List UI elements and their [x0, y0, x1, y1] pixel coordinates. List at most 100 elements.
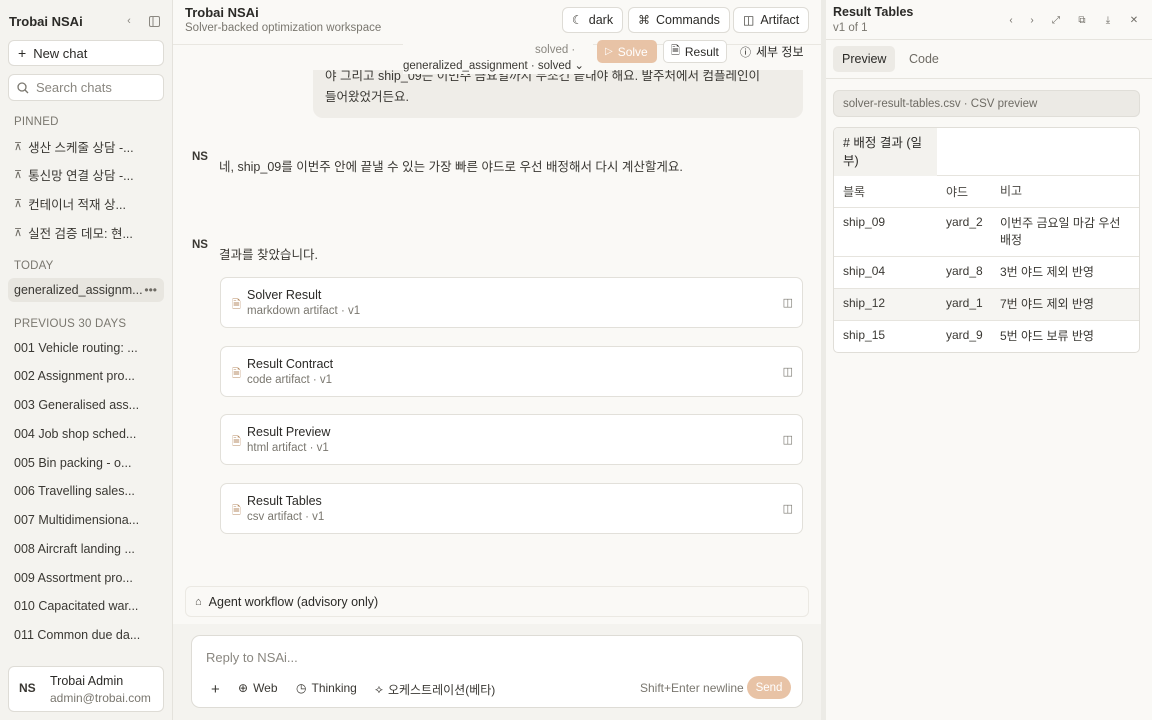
code-file-icon: 🗎 — [232, 368, 241, 380]
artifact-card[interactable]: 🗎 Result Contract code artifact · v1 ◫ — [220, 346, 803, 397]
sidebar-pinned-item[interactable]: ⊼ 생산 스케줄 상담 -... — [8, 134, 164, 158]
sidebar-history-item[interactable]: 006 Travelling sales... — [8, 479, 164, 503]
sidebar-item-label: generalized_assignm... — [14, 283, 143, 297]
commands-button[interactable]: ⌘ Commands — [628, 7, 730, 33]
copy-icon[interactable]: ⧉ — [1074, 12, 1090, 28]
chevron-down-icon: ⌄ — [574, 60, 584, 72]
table-cell: 5번 야드 보류 반영 — [1000, 329, 1094, 343]
table-cell: 7번 야드 제외 반영 — [1000, 297, 1094, 311]
sidebar-item-active-chat[interactable]: generalized_assignm... ••• — [8, 278, 164, 302]
table-row: ship_12 yard_1 7번 야드 제외 반영 — [834, 289, 1139, 321]
sidebar-item-label: 004 Job shop sched... — [14, 427, 137, 441]
document-icon: 🗎 — [671, 45, 680, 57]
next-version-icon[interactable]: › — [1024, 12, 1040, 28]
sidebar-pinned-item[interactable]: ⊼ 실전 검증 데모: 현... — [8, 220, 164, 244]
model-select-value: generalized_assignment · solved — [403, 60, 572, 72]
more-options-icon[interactable]: ••• — [144, 283, 157, 297]
sidebar-header: Trobai NSAi ‹ — [9, 12, 163, 30]
pin-icon: ⊼ — [14, 197, 23, 210]
new-chat-button[interactable]: + New chat — [8, 40, 164, 66]
moon-icon: ☾ — [572, 13, 583, 27]
today-section-label: TODAY — [14, 260, 54, 272]
sidebar-history-item[interactable]: 011 Common due da... — [8, 623, 164, 647]
sidebar-pinned-item[interactable]: ⊼ 통신망 연결 상담 -... — [8, 162, 164, 186]
table-cell: yard_2 — [946, 215, 983, 229]
open-panel-icon[interactable]: ◫ — [783, 502, 793, 515]
attach-button[interactable]: + — [211, 681, 220, 698]
search-chats-input[interactable]: Search chats — [8, 74, 164, 101]
column-header: 비고 — [1000, 184, 1023, 198]
page-title: Trobai NSAi — [185, 5, 259, 20]
artifact-card[interactable]: 🗎 Result Tables csv artifact · v1 ◫ — [220, 483, 803, 534]
search-icon — [17, 81, 29, 93]
open-panel-icon[interactable]: ◫ — [783, 433, 793, 446]
sidebar-history-item[interactable]: 010 Capacitated war... — [8, 594, 164, 618]
sidebar-history-item[interactable]: 002 Assignment pro... — [8, 364, 164, 388]
artifact-subtitle: code artifact · v1 — [247, 374, 333, 386]
sidebar-item-label: 002 Assignment pro... — [14, 369, 135, 383]
sidebar-history-item[interactable]: 005 Bin packing - o... — [8, 451, 164, 475]
sidebar-history-item[interactable]: 007 Multidimensiona... — [8, 508, 164, 532]
sidebar-history-item[interactable]: 009 Assortment pro... — [8, 566, 164, 590]
chat-main: Trobai NSAi Solver-backed optimization w… — [173, 0, 821, 720]
sidebar-toggle-icon[interactable] — [145, 12, 163, 30]
close-icon[interactable]: ✕ — [1126, 12, 1142, 28]
table-cell: yard_9 — [946, 328, 983, 342]
sidebar-history-item[interactable]: 008 Aircraft landing ... — [8, 537, 164, 561]
web-toggle[interactable]: ⊕ Web — [238, 681, 278, 695]
user-account-card[interactable]: NS Trobai Admin admin@trobai.com — [8, 666, 164, 712]
dark-mode-button[interactable]: ☾ dark — [562, 7, 624, 33]
details-label: 세부 정보 — [756, 45, 804, 59]
sidebar-pinned-item[interactable]: ⊼ 컨테이너 적재 상... — [8, 191, 164, 215]
orchestration-toggle[interactable]: ⟡ 오케스트레이션(베타) — [375, 681, 495, 698]
tab-code[interactable]: Code — [900, 46, 948, 72]
user-message-line: 들어왔었거든요. — [325, 90, 409, 104]
expand-icon[interactable]: ⤢ — [1048, 12, 1064, 28]
result-label: Result — [684, 44, 719, 59]
sidebar-item-label: 006 Travelling sales... — [14, 484, 135, 498]
artifact-title: Result Tables — [247, 494, 322, 508]
artifact-button[interactable]: ◫ Artifact — [733, 7, 810, 33]
info-icon: ⓘ — [740, 46, 751, 59]
reply-input[interactable]: Reply to NSAi... — [206, 650, 298, 665]
panel-title: Result Tables — [833, 5, 914, 19]
table-row: ship_09 yard_2 이번주 금요일 마감 우선 배정 — [834, 208, 1139, 257]
details-button[interactable]: ⓘ 세부 정보 — [733, 40, 811, 63]
open-panel-icon[interactable]: ◫ — [783, 365, 793, 378]
dark-mode-label: dark — [588, 13, 614, 27]
collapse-chevron-icon[interactable]: ‹ — [120, 12, 138, 30]
artifact-title: Result Contract — [247, 357, 334, 371]
assistant-message: 네, ship_09를 이번주 안에 끝낼 수 있는 가장 빠른 야드로 우선 … — [219, 160, 683, 174]
artifact-label: Artifact — [760, 13, 800, 27]
result-button[interactable]: 🗎 Result — [663, 40, 727, 63]
table-caption-row: # 배정 결과 (일부) — [834, 128, 1139, 176]
artifact-card[interactable]: 🗎 Result Preview html artifact · v1 ◫ — [220, 414, 803, 465]
artifact-title: Solver Result — [247, 288, 322, 302]
table-header-row: 블록 야드 비고 — [834, 176, 1139, 208]
tab-preview[interactable]: Preview — [833, 46, 896, 72]
prev-version-icon[interactable]: ‹ — [1003, 12, 1019, 28]
send-button[interactable]: Send — [747, 676, 791, 699]
app-title: Trobai NSAi — [9, 13, 83, 29]
pin-icon: ⊼ — [14, 140, 23, 153]
commands-label: Commands — [656, 13, 720, 27]
sidebar-history-item[interactable]: 004 Job shop sched... — [8, 422, 164, 446]
open-panel-icon[interactable]: ◫ — [783, 296, 793, 309]
thinking-toggle[interactable]: ◷ Thinking — [296, 681, 357, 695]
plus-icon: + — [211, 681, 220, 698]
download-icon[interactable]: ⤓ — [1100, 12, 1116, 28]
sidebar-item-label: 005 Bin packing - o... — [14, 456, 132, 470]
orchestration-icon: ⟡ — [375, 682, 383, 696]
agent-workflow-toggle[interactable]: ⌂ Agent workflow (advisory only) — [185, 586, 809, 617]
solve-button[interactable]: ▷ Solve — [597, 40, 657, 63]
artifact-card[interactable]: 🗎 Solver Result markdown artifact · v1 ◫ — [220, 277, 803, 328]
model-select[interactable]: generalized_assignment · solved ⌄ — [403, 58, 584, 72]
table-cell: yard_1 — [946, 296, 983, 310]
sidebar-history-item[interactable]: 001 Vehicle routing: ... — [8, 336, 164, 360]
sidebar-history-item[interactable]: 003 Generalised ass... — [8, 393, 164, 417]
workflow-label: Agent workflow (advisory only) — [208, 594, 379, 609]
file-icon: 🗎 — [232, 505, 241, 517]
command-key-icon: ⌘ — [638, 13, 650, 27]
thinking-label: Thinking — [311, 681, 357, 695]
csv-preview-table: # 배정 결과 (일부) 블록 야드 비고 ship_09 yard_2 이번주… — [833, 127, 1140, 353]
